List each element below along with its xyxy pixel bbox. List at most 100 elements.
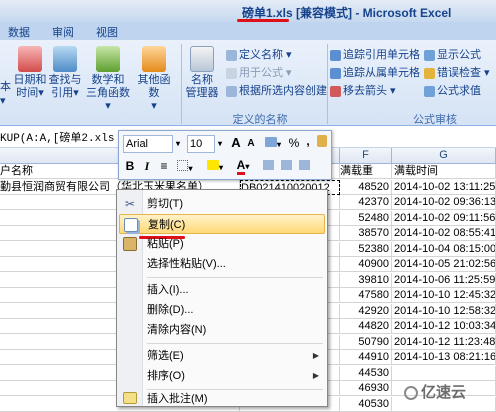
- cell-time[interactable]: 2014-10-04 08:15:00: [392, 241, 496, 257]
- error-checking-button[interactable]: 错误检查 ▾: [424, 64, 490, 80]
- cell-time[interactable]: [392, 365, 496, 381]
- font-color-button[interactable]: A▾: [231, 157, 255, 175]
- cell-weight[interactable]: 38570: [340, 226, 392, 241]
- cell-weight[interactable]: 48520: [340, 179, 392, 195]
- ribbon-partial-left: 本 ▾: [0, 81, 11, 107]
- shrink-font-button[interactable]: A: [245, 136, 257, 152]
- ribbon-separator: [181, 44, 182, 124]
- cell-weight[interactable]: 42920: [340, 303, 392, 319]
- borders-button[interactable]: ▾: [175, 159, 195, 177]
- math-trig-button[interactable]: 数学和 三角函数▾: [84, 46, 132, 113]
- menu-item-filter[interactable]: 筛选(E) ▶: [119, 346, 325, 366]
- tab-review[interactable]: 审阅: [52, 24, 74, 40]
- cell-weight[interactable]: 42370: [340, 195, 392, 210]
- percent-style-button[interactable]: %: [287, 135, 301, 151]
- menu-item-copy[interactable]: 复制(C): [119, 214, 325, 234]
- cell-weight[interactable]: 44910: [340, 350, 392, 365]
- trace-dependents-icon: [330, 67, 341, 79]
- date-time-button[interactable]: 日期和 时间▾: [12, 46, 48, 100]
- cell-weight[interactable]: 40900: [340, 257, 392, 272]
- bold-button[interactable]: B: [123, 158, 137, 174]
- formula-text: KUP(A:A,[磅单2.xls: [0, 133, 115, 145]
- cell-weight[interactable]: 46930: [340, 381, 392, 396]
- cell-time[interactable]: 2014-10-02 13:11:25: [392, 179, 496, 195]
- grow-font-button[interactable]: A: [229, 135, 243, 151]
- cell-weight[interactable]: 52380: [340, 241, 392, 257]
- create-from-selection-button[interactable]: 根据所选内容创建: [226, 82, 327, 98]
- evaluate-formula-button[interactable]: 公式求值: [424, 82, 481, 98]
- menu-item-insert[interactable]: 插入(I)...: [119, 280, 325, 300]
- tab-data[interactable]: 数据: [8, 24, 30, 40]
- cell-time[interactable]: 2014-10-13 08:21:16: [392, 350, 496, 365]
- group-label-formula-auditing: 公式审核: [413, 114, 457, 126]
- cell-time[interactable]: 2014-10-06 11:25:59: [392, 272, 496, 288]
- cell-time[interactable]: 2014-10-05 21:02:56: [392, 257, 496, 272]
- menu-item-insert-comment[interactable]: 插入批注(M): [119, 392, 325, 406]
- header-cell-time[interactable]: 满载时间: [392, 164, 496, 179]
- cell-weight[interactable]: 44820: [340, 319, 392, 334]
- lookup-reference-button[interactable]: 查找与 引用▾: [48, 46, 82, 100]
- fill-color-icon: [206, 160, 219, 170]
- cell-weight[interactable]: 50790: [340, 334, 392, 350]
- trace-precedents-icon: [330, 49, 341, 61]
- decrease-decimal-icon: [280, 160, 292, 170]
- ribbon-tabs: 数据 审阅 视图: [0, 22, 496, 40]
- cell-weight[interactable]: 44530: [340, 365, 392, 381]
- accounting-format-button[interactable]: ▾: [261, 135, 285, 153]
- watermark-logo: 亿速云: [404, 381, 466, 402]
- font-name-box[interactable]: Arial: [123, 135, 173, 153]
- show-formulas-button[interactable]: 显示公式: [424, 46, 481, 62]
- trace-precedents-button[interactable]: 追踪引用单元格: [330, 46, 420, 62]
- font-size-dropdown[interactable]: ▾: [215, 136, 225, 152]
- menu-item-paste[interactable]: 粘贴(P): [119, 234, 325, 254]
- cell-weight[interactable]: 39810: [340, 272, 392, 288]
- copy-icon: [124, 218, 138, 232]
- remove-arrows-button[interactable]: 移去箭头 ▾: [330, 82, 396, 98]
- italic-button[interactable]: I: [141, 158, 153, 174]
- cell-time[interactable]: 2014-10-02 08:55:41: [392, 226, 496, 241]
- cell-time[interactable]: 2014-10-12 11:23:48: [392, 334, 496, 350]
- cell-weight[interactable]: 47580: [340, 288, 392, 303]
- font-size-box[interactable]: 10: [187, 135, 215, 153]
- column-header-g[interactable]: G: [392, 148, 496, 164]
- group-label-defined-names: 定义的名称: [232, 114, 288, 126]
- more-functions-button[interactable]: 其他函数 ▾: [134, 46, 174, 113]
- menu-item-cut[interactable]: ✂ 剪切(T): [119, 194, 325, 214]
- cell-time[interactable]: 2014-10-10 12:45:32: [392, 288, 496, 303]
- cell-time[interactable]: 2014-10-10 12:58:32: [392, 303, 496, 319]
- formula-icon: [226, 67, 237, 79]
- cell-time[interactable]: 2014-10-02 09:36:13: [392, 195, 496, 210]
- header-cell-weight[interactable]: 满载重: [340, 164, 392, 179]
- column-header-f[interactable]: F: [340, 148, 392, 164]
- comma-style-button[interactable]: ,: [303, 133, 313, 149]
- name-manager-button[interactable]: 名称 管理器: [184, 46, 220, 100]
- menu-item-paste-special[interactable]: 选择性粘贴(V)...: [119, 254, 325, 274]
- trace-dependents-button[interactable]: 追踪从属单元格: [330, 64, 420, 80]
- define-name-button[interactable]: 定义名称 ▾: [226, 46, 292, 62]
- evaluate-formula-icon: [424, 85, 435, 97]
- menu-item-delete[interactable]: 删除(D)...: [119, 300, 325, 320]
- menu-item-sort[interactable]: 排序(O) ▶: [119, 366, 325, 386]
- error-check-icon: [424, 67, 435, 79]
- format-shapes-icon: [298, 160, 310, 170]
- center-align-button[interactable]: ≡: [157, 158, 171, 174]
- accounting-icon: [264, 137, 277, 147]
- font-name-dropdown[interactable]: ▾: [173, 136, 183, 152]
- ribbon-separator: [327, 44, 328, 124]
- cell-weight[interactable]: 40530: [340, 396, 392, 412]
- calendar-icon: [18, 46, 42, 72]
- use-in-formula-button[interactable]: 用于公式 ▾: [226, 64, 292, 80]
- format-painter-button[interactable]: [315, 135, 329, 151]
- decrease-decimal-button[interactable]: [279, 158, 293, 174]
- menu-item-clear-contents[interactable]: 清除内容(N): [119, 320, 325, 340]
- submenu-arrow-icon: ▶: [312, 371, 319, 380]
- cell-weight[interactable]: 52480: [340, 210, 392, 226]
- menu-separator: [147, 343, 323, 344]
- fill-color-button[interactable]: ▾: [203, 158, 227, 176]
- cell-time[interactable]: 2014-10-12 10:03:34: [392, 319, 496, 334]
- tab-view[interactable]: 视图: [96, 24, 118, 40]
- format-shapes-button[interactable]: [297, 158, 311, 174]
- define-name-icon: [226, 49, 237, 61]
- increase-decimal-button[interactable]: [261, 158, 275, 174]
- cell-time[interactable]: 2014-10-02 09:11:56: [392, 210, 496, 226]
